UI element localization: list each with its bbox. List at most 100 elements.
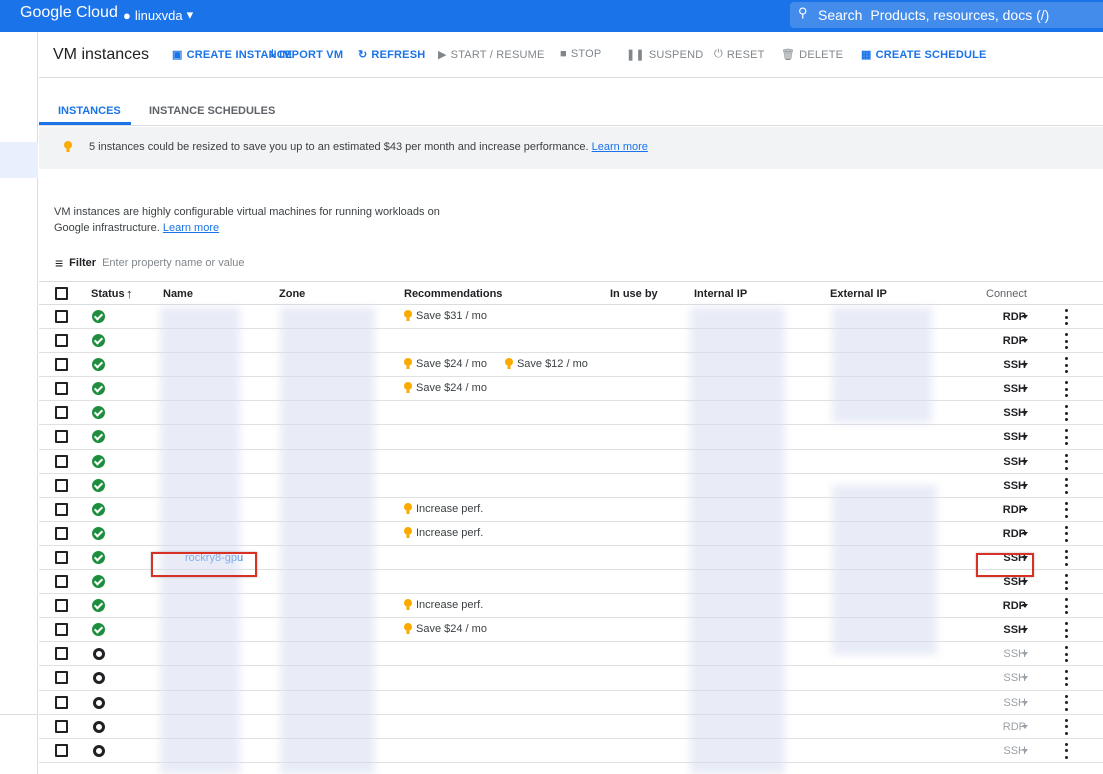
connect-dropdown-caret-icon[interactable] bbox=[1022, 483, 1028, 488]
connect-dropdown-caret-icon[interactable] bbox=[1022, 363, 1028, 368]
row-checkbox[interactable] bbox=[55, 478, 68, 492]
col-internal-ip[interactable]: Internal IP bbox=[694, 288, 747, 300]
row-checkbox[interactable] bbox=[55, 647, 68, 661]
col-zone[interactable]: Zone bbox=[279, 288, 305, 300]
more-actions-icon[interactable] bbox=[1063, 742, 1069, 759]
more-actions-icon[interactable] bbox=[1063, 574, 1069, 591]
connect-dropdown-caret-icon[interactable] bbox=[1022, 580, 1028, 585]
connect-button[interactable]: SSH bbox=[989, 576, 1026, 588]
connect-button[interactable]: SSH bbox=[989, 648, 1026, 660]
refresh-button[interactable]: ↻ REFRESH bbox=[358, 48, 425, 62]
recommendation-link[interactable]: Increase perf. bbox=[416, 599, 483, 611]
connect-dropdown-caret-icon[interactable] bbox=[1022, 531, 1028, 536]
row-checkbox[interactable] bbox=[55, 334, 68, 348]
global-search[interactable]: ⚲ Search Products, resources, docs (/) bbox=[790, 2, 1103, 28]
connect-dropdown-caret-icon[interactable] bbox=[1022, 339, 1028, 344]
row-checkbox[interactable] bbox=[55, 623, 68, 637]
connect-dropdown-caret-icon[interactable] bbox=[1022, 724, 1028, 729]
connect-dropdown-caret-icon[interactable] bbox=[1022, 652, 1028, 657]
row-checkbox[interactable] bbox=[55, 454, 68, 468]
col-external-ip[interactable]: External IP bbox=[830, 288, 887, 300]
connect-button[interactable]: SSH bbox=[989, 383, 1026, 395]
connect-button[interactable]: SSH bbox=[989, 697, 1026, 709]
nav-item-selected[interactable] bbox=[0, 142, 38, 178]
row-checkbox[interactable] bbox=[55, 430, 68, 444]
row-checkbox[interactable] bbox=[55, 550, 68, 564]
connect-button[interactable]: RDP bbox=[989, 311, 1026, 323]
connect-button[interactable]: RDP bbox=[989, 721, 1026, 733]
row-checkbox[interactable] bbox=[55, 575, 68, 589]
col-in-use-by[interactable]: In use by bbox=[610, 288, 658, 300]
row-checkbox[interactable] bbox=[55, 526, 68, 540]
recommendation-link[interactable]: Increase perf. bbox=[416, 503, 483, 515]
connect-dropdown-caret-icon[interactable] bbox=[1022, 387, 1028, 392]
suspend-button[interactable]: ❚❚ SUSPEND bbox=[626, 48, 703, 62]
connect-dropdown-caret-icon[interactable] bbox=[1022, 315, 1028, 319]
more-actions-icon[interactable] bbox=[1063, 453, 1069, 470]
banner-learn-more-link[interactable]: Learn more bbox=[592, 141, 648, 153]
start-resume-button[interactable]: ▶ START / RESUME bbox=[438, 48, 545, 62]
more-actions-icon[interactable] bbox=[1063, 405, 1069, 422]
row-checkbox[interactable] bbox=[55, 671, 68, 685]
more-actions-icon[interactable] bbox=[1063, 381, 1069, 398]
connect-button[interactable]: SSH bbox=[989, 624, 1026, 636]
connect-dropdown-caret-icon[interactable] bbox=[1022, 604, 1028, 609]
connect-dropdown-caret-icon[interactable] bbox=[1022, 459, 1028, 464]
stop-button[interactable]: ■ STOP bbox=[560, 48, 601, 60]
connect-button[interactable]: SSH bbox=[989, 672, 1026, 684]
tab-instances[interactable]: INSTANCES bbox=[58, 105, 121, 117]
connect-dropdown-caret-icon[interactable] bbox=[1022, 628, 1028, 633]
col-recommendations[interactable]: Recommendations bbox=[404, 288, 502, 300]
connect-button[interactable]: SSH bbox=[989, 407, 1026, 419]
google-cloud-logo[interactable]: Google Cloud bbox=[20, 4, 118, 22]
more-actions-icon[interactable] bbox=[1063, 501, 1069, 518]
connect-button[interactable]: SSH bbox=[989, 431, 1026, 443]
more-actions-icon[interactable] bbox=[1063, 309, 1069, 325]
project-picker[interactable]: ● linuxvda ▾ bbox=[123, 7, 193, 23]
connect-dropdown-caret-icon[interactable] bbox=[1022, 411, 1028, 416]
more-actions-icon[interactable] bbox=[1063, 333, 1069, 350]
create-schedule-button[interactable]: ▦ CREATE SCHEDULE bbox=[861, 48, 987, 62]
tab-instance-schedules[interactable]: INSTANCE SCHEDULES bbox=[149, 105, 275, 117]
delete-button[interactable]: 🗑 DELETE bbox=[781, 48, 843, 62]
connect-button[interactable]: RDP bbox=[989, 504, 1026, 516]
sort-arrow-up-icon[interactable]: ↑ bbox=[126, 286, 133, 301]
row-checkbox[interactable] bbox=[55, 695, 68, 709]
recommendation-link[interactable]: Save $24 / mo bbox=[416, 382, 487, 394]
row-checkbox[interactable] bbox=[55, 358, 68, 372]
row-checkbox[interactable] bbox=[55, 310, 68, 323]
recommendation-link[interactable]: Save $24 / mo bbox=[416, 358, 487, 370]
col-name[interactable]: Name bbox=[163, 288, 193, 300]
col-status[interactable]: Status bbox=[91, 288, 125, 300]
more-actions-icon[interactable] bbox=[1063, 357, 1069, 374]
reset-button[interactable]: ⏻ RESET bbox=[714, 48, 765, 61]
more-actions-icon[interactable] bbox=[1063, 670, 1069, 687]
recommendation-link[interactable]: Save $24 / mo bbox=[416, 623, 487, 635]
description-learn-more-link[interactable]: Learn more bbox=[163, 222, 219, 234]
more-actions-icon[interactable] bbox=[1063, 646, 1069, 663]
row-checkbox[interactable] bbox=[55, 599, 68, 613]
more-actions-icon[interactable] bbox=[1063, 598, 1069, 615]
recommendation-link[interactable]: Save $31 / mo bbox=[416, 310, 487, 322]
connect-button[interactable]: SSH bbox=[989, 480, 1026, 492]
connect-button[interactable]: RDP bbox=[989, 335, 1026, 347]
connect-button[interactable]: RDP bbox=[989, 600, 1026, 612]
connect-dropdown-caret-icon[interactable] bbox=[1022, 435, 1028, 440]
recommendation-link[interactable]: Save $12 / mo bbox=[517, 358, 588, 370]
more-actions-icon[interactable] bbox=[1063, 622, 1069, 639]
connect-button[interactable]: SSH bbox=[989, 456, 1026, 468]
more-actions-icon[interactable] bbox=[1063, 429, 1069, 446]
more-actions-icon[interactable] bbox=[1063, 525, 1069, 542]
row-checkbox[interactable] bbox=[55, 743, 68, 757]
filter-input[interactable] bbox=[102, 257, 303, 269]
connect-dropdown-caret-icon[interactable] bbox=[1022, 507, 1028, 512]
row-checkbox[interactable] bbox=[55, 406, 68, 420]
connect-button[interactable]: SSH bbox=[989, 359, 1026, 371]
more-actions-icon[interactable] bbox=[1063, 694, 1069, 711]
import-vm-button[interactable]: ⤓ IMPORT VM bbox=[270, 48, 343, 61]
connect-button[interactable]: SSH bbox=[989, 745, 1026, 757]
connect-dropdown-caret-icon[interactable] bbox=[1022, 748, 1028, 753]
recommendation-link[interactable]: Increase perf. bbox=[416, 527, 483, 539]
row-checkbox[interactable] bbox=[55, 502, 68, 516]
connect-button[interactable]: RDP bbox=[989, 528, 1026, 540]
